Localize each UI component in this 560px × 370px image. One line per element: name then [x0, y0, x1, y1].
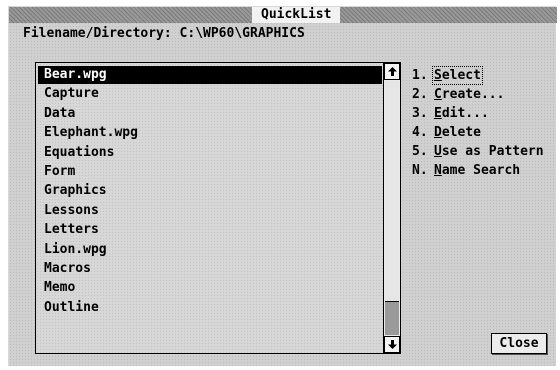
arrow-down-icon — [387, 340, 397, 349]
vertical-scrollbar[interactable] — [383, 63, 400, 353]
file-list-item[interactable]: Data — [38, 105, 382, 123]
action-label: Delete — [434, 125, 481, 140]
scroll-track[interactable] — [385, 81, 399, 335]
file-list-item[interactable]: Capture — [38, 85, 382, 103]
file-list-item[interactable]: Lion.wpg — [38, 241, 382, 259]
action-key: N. — [412, 163, 428, 178]
action-key: 2. — [412, 87, 428, 102]
file-list-item[interactable]: Lessons — [38, 202, 382, 220]
file-list-item[interactable]: Graphics — [38, 182, 382, 200]
action-label-rest: reate... — [441, 87, 505, 102]
file-list-item[interactable]: Memo — [38, 279, 382, 297]
action-item-delete[interactable]: 4. Delete — [412, 123, 544, 142]
filename-value: C:\WP60\GRAPHICS — [179, 26, 305, 41]
action-item-use[interactable]: 5. Use as Pattern — [412, 142, 544, 161]
file-list-item[interactable]: Macros — [38, 260, 382, 278]
file-list-item[interactable]: Outline — [38, 299, 382, 317]
action-label-rest: elete — [441, 125, 481, 140]
arrow-up-icon — [387, 67, 397, 76]
action-item-edit[interactable]: 3. Edit... — [412, 104, 544, 123]
dialog-title: QuickList — [252, 7, 341, 23]
file-list-item[interactable]: Equations — [38, 144, 382, 162]
scroll-thumb[interactable] — [385, 81, 399, 302]
filename-label: Filename/Directory: — [23, 26, 172, 41]
action-menu: 1. Select 2. Create... 3. Edit... 4. Delete 5. Us… — [412, 66, 544, 180]
file-list-item[interactable]: Bear.wpg — [38, 66, 382, 84]
action-hotkey: E — [434, 106, 442, 121]
file-list[interactable]: Bear.wpg Capture Data Elephant.wpg Equations… — [38, 66, 382, 318]
quicklist-listbox[interactable]: Bear.wpg Capture Data Elephant.wpg Equations… — [35, 62, 401, 354]
file-list-item[interactable]: Elephant.wpg — [38, 124, 382, 142]
action-label-rest: se as Pattern — [441, 144, 544, 159]
action-item-name[interactable]: N. Name Search — [412, 161, 544, 180]
action-label: Use as Pattern — [434, 144, 544, 159]
action-label: Name Search — [434, 163, 520, 178]
file-list-item[interactable]: Letters — [38, 221, 382, 239]
action-label: Select — [432, 66, 483, 85]
action-key: 3. — [412, 106, 428, 121]
action-hotkey: C — [434, 87, 442, 102]
action-hotkey: D — [434, 125, 442, 140]
action-label-rest: ame Search — [441, 163, 521, 178]
scroll-down-button[interactable] — [384, 336, 400, 353]
action-item-select[interactable]: 1. Select — [412, 66, 544, 85]
filename-directory-row: Filename/Directory: C:\WP60\GRAPHICS — [23, 26, 305, 42]
action-hotkey: U — [434, 144, 442, 159]
action-hotkey: N — [434, 163, 442, 178]
action-item-create[interactable]: 2. Create... — [412, 85, 544, 104]
action-label-rest: dit... — [441, 106, 489, 121]
title-bar[interactable]: QuickList — [9, 7, 557, 23]
action-key: 5. — [412, 144, 428, 159]
file-list-item[interactable]: Form — [38, 163, 382, 181]
action-key: 4. — [412, 125, 428, 140]
action-label: Edit... — [434, 106, 489, 121]
scroll-up-button[interactable] — [384, 63, 400, 80]
close-button[interactable]: Close — [491, 333, 547, 354]
action-hotkey: S — [434, 68, 442, 83]
action-key: 1. — [412, 68, 428, 83]
action-label-rest: elect — [441, 68, 481, 83]
action-label: Create... — [434, 87, 504, 102]
quicklist-dialog: QuickList Filename/Directory: C:\WP60\GR… — [8, 6, 557, 366]
